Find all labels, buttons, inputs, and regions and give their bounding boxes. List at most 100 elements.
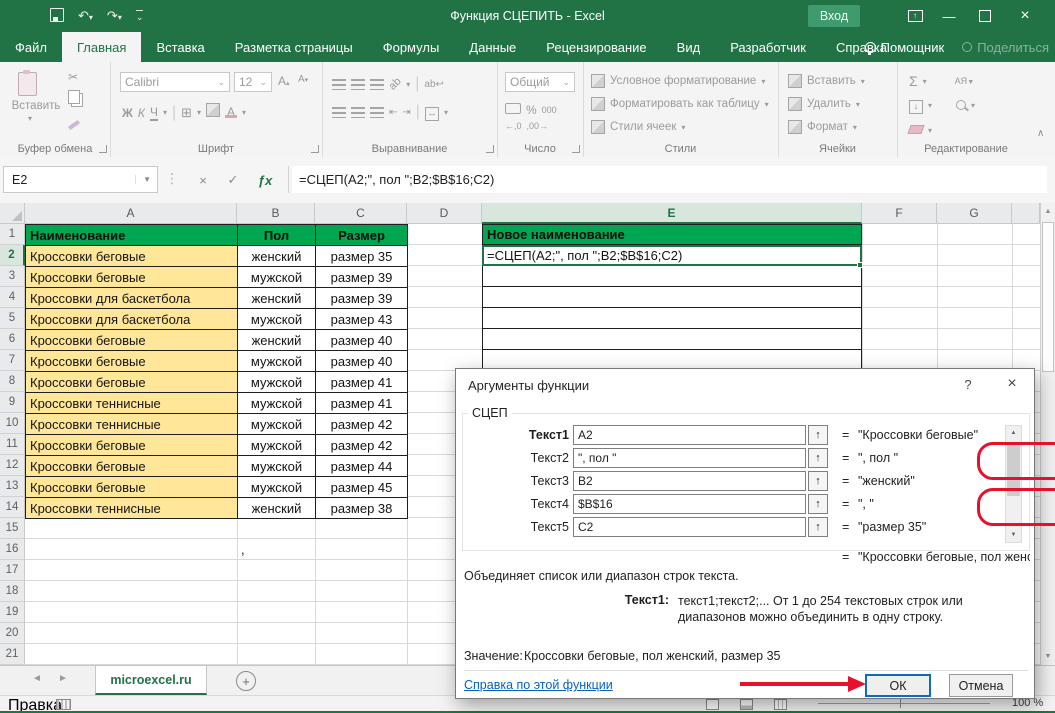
row-header[interactable]: 17 — [0, 560, 25, 581]
row-header[interactable]: 20 — [0, 623, 25, 644]
cell-size[interactable]: размер 40 — [316, 351, 408, 372]
scrollbar-thumb[interactable] — [1007, 444, 1020, 496]
cell-size[interactable]: размер 35 — [316, 246, 408, 267]
cell-name[interactable]: Кроссовки беговые — [26, 246, 238, 267]
column-header-e[interactable]: E — [482, 203, 862, 224]
decrease-decimal-icon[interactable]: ,00→ — [527, 121, 549, 131]
row-header[interactable]: 3 — [0, 266, 25, 287]
cell-name[interactable]: Кроссовки беговые — [26, 372, 238, 393]
next-sheet-icon[interactable]: ► — [58, 673, 68, 684]
clear-icon[interactable] — [909, 121, 923, 139]
increase-font-icon[interactable]: A▴ — [278, 74, 290, 88]
row-header[interactable]: 18 — [0, 581, 25, 602]
chevron-down-icon[interactable]: ▾ — [242, 108, 246, 117]
dialog-launcher-icon[interactable] — [99, 145, 107, 153]
cell-name[interactable]: Кроссовки беговые — [26, 330, 238, 351]
ribbon-tab[interactable]: Разметка страницы — [220, 32, 368, 62]
share-button[interactable]: Поделиться — [962, 40, 1049, 55]
decrease-indent-icon[interactable]: ⇤ — [389, 107, 397, 118]
insert-cells-button[interactable]: Вставить▾ — [788, 74, 865, 88]
cell-gender[interactable]: мужской — [238, 267, 316, 288]
scroll-down-icon[interactable]: ▼ — [1006, 528, 1021, 542]
scroll-down-icon[interactable]: ▼ — [1041, 648, 1055, 664]
collapse-dialog-button[interactable]: ↑ — [808, 494, 828, 514]
assistant-tab[interactable]: Помощник — [865, 40, 945, 55]
cell-size[interactable]: размер 43 — [316, 309, 408, 330]
align-center-icon[interactable] — [351, 107, 365, 118]
fill-handle[interactable] — [857, 262, 863, 268]
cell-name[interactable]: Кроссовки беговые — [26, 456, 238, 477]
underline-button[interactable]: Ч — [150, 105, 158, 121]
name-box[interactable]: E2▼ — [3, 166, 158, 193]
accounting-format-icon[interactable] — [505, 101, 521, 119]
minimize-button[interactable]: — — [932, 0, 966, 32]
column-header-d[interactable]: D — [407, 203, 482, 224]
scrollbar-thumb[interactable] — [1042, 222, 1054, 372]
vertical-scrollbar[interactable]: ▲ ▼ — [1040, 203, 1055, 665]
cell-name[interactable]: Кроссовки теннисные — [26, 498, 238, 519]
new-sheet-icon[interactable]: + — [236, 671, 256, 691]
display-settings-icon[interactable] — [56, 699, 71, 710]
font-color-icon[interactable]: А — [225, 107, 237, 118]
confirm-entry-icon[interactable]: ✓ — [220, 168, 246, 192]
normal-view-icon[interactable] — [706, 699, 719, 710]
chevron-down-icon[interactable]: ▾ — [444, 108, 448, 117]
save-icon[interactable] — [50, 8, 64, 25]
paste-button[interactable] — [18, 72, 37, 101]
collapse-ribbon-icon[interactable]: ∧ — [1037, 128, 1044, 139]
argument-input[interactable]: C2 — [573, 517, 806, 537]
row-header[interactable]: 10 — [0, 413, 25, 434]
font-name-select[interactable]: Calibri⌄ — [120, 72, 230, 92]
cell-gender[interactable]: мужской — [238, 414, 316, 435]
row-header[interactable]: 19 — [0, 602, 25, 623]
argument-input[interactable]: $B$16 — [573, 494, 806, 514]
cell-gender[interactable]: женский — [238, 288, 316, 309]
header-cell-size[interactable]: Размер — [316, 225, 408, 246]
row-header[interactable]: 1 — [0, 224, 25, 245]
cell-size[interactable]: размер 40 — [316, 330, 408, 351]
ribbon-tab[interactable]: Вид — [662, 32, 716, 62]
cell-e1-header[interactable]: Новое наименование — [482, 224, 862, 245]
merge-center-icon[interactable]: ↔ — [425, 103, 439, 121]
sort-filter-icon[interactable]: АЯ▼ — [955, 76, 974, 86]
align-right-icon[interactable] — [370, 107, 384, 118]
row-header[interactable]: 6 — [0, 329, 25, 350]
increase-indent-icon[interactable]: ⇥ — [402, 107, 410, 118]
percent-style-icon[interactable]: % — [526, 103, 537, 117]
column-header-c[interactable]: C — [315, 203, 407, 224]
cell-size[interactable]: размер 41 — [316, 372, 408, 393]
format-as-table-button[interactable]: Форматировать как таблицу▾ — [591, 97, 769, 111]
ribbon-tab[interactable]: Вставка — [141, 32, 219, 62]
borders-icon[interactable]: ⊞ — [181, 105, 192, 121]
ribbon-tab[interactable]: Файл — [0, 32, 62, 62]
row-header[interactable]: 5 — [0, 308, 25, 329]
arguments-scrollbar[interactable]: ▲ ▼ — [1005, 425, 1022, 543]
chevron-down-icon[interactable]: ▾ — [406, 80, 410, 89]
ribbon-display-options-icon[interactable]: ↑ — [898, 0, 932, 32]
chevron-down-icon[interactable]: ▾ — [928, 126, 932, 135]
ok-button[interactable]: ОК — [865, 674, 931, 697]
number-format-select[interactable]: Общий⌄ — [505, 72, 575, 92]
cell-name[interactable]: Кроссовки беговые — [26, 267, 238, 288]
cancel-entry-icon[interactable]: × — [190, 168, 216, 192]
row-header[interactable]: 12 — [0, 455, 25, 476]
page-layout-view-icon[interactable] — [740, 699, 753, 710]
cell-styles-button[interactable]: Стили ячеек▾ — [591, 120, 685, 134]
ribbon-tab[interactable]: Данные — [454, 32, 531, 62]
select-all-corner[interactable] — [0, 203, 25, 224]
cell-gender[interactable]: мужской — [238, 372, 316, 393]
page-break-view-icon[interactable] — [774, 699, 787, 710]
row-header[interactable]: 2 — [0, 245, 25, 266]
cell-gender[interactable]: женский — [238, 330, 316, 351]
conditional-formatting-button[interactable]: Условное форматирование▾ — [591, 74, 765, 88]
comma-style-icon[interactable]: 000 — [542, 105, 557, 115]
prev-sheet-icon[interactable]: ◄ — [32, 673, 42, 684]
collapse-dialog-button[interactable]: ↑ — [808, 517, 828, 537]
cell-gender[interactable]: мужской — [238, 351, 316, 372]
row-header[interactable]: 15 — [0, 518, 25, 539]
close-button[interactable]: × — [1008, 0, 1042, 32]
column-header-f[interactable]: F — [862, 203, 937, 224]
copy-icon[interactable] — [68, 90, 80, 109]
cell-gender[interactable]: мужской — [238, 456, 316, 477]
row-header[interactable]: 9 — [0, 392, 25, 413]
